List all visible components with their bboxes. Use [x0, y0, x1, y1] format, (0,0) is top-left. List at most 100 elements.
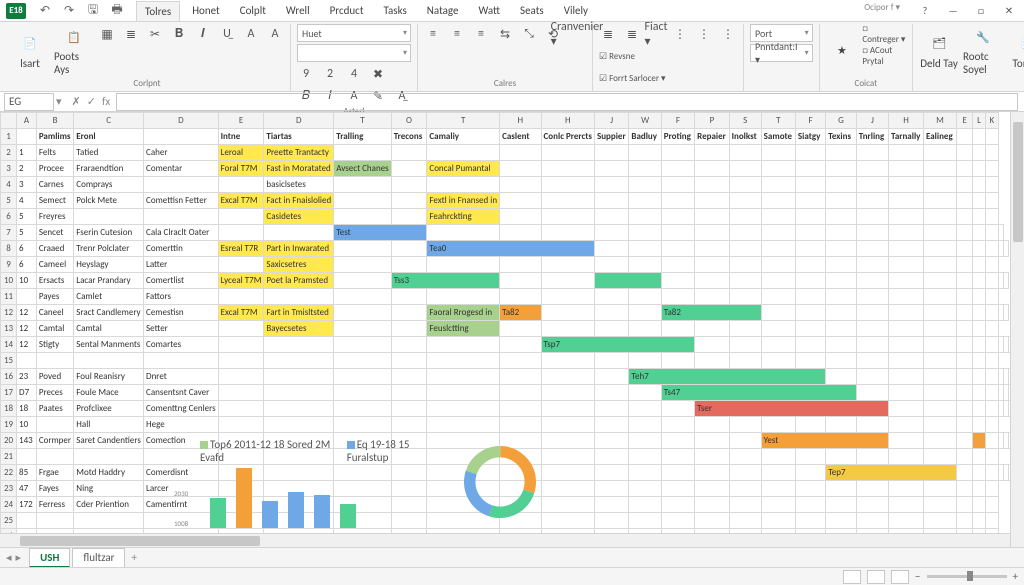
- column-header[interactable]: M: [923, 113, 956, 129]
- cell[interactable]: [826, 257, 857, 273]
- cell[interactable]: [729, 257, 761, 273]
- cell[interactable]: D7: [17, 385, 37, 401]
- cell[interactable]: [985, 337, 998, 353]
- cell[interactable]: [985, 193, 998, 209]
- cell[interactable]: [957, 225, 973, 241]
- row-header[interactable]: 15: [1, 353, 17, 369]
- column-header[interactable]: L: [973, 113, 985, 129]
- menu-tab-vilely[interactable]: Vilely: [556, 1, 596, 21]
- cell[interactable]: [695, 481, 729, 497]
- cell[interactable]: [661, 353, 694, 369]
- cell[interactable]: [761, 513, 795, 529]
- ribbon-smallbtn[interactable]: ⋮: [719, 25, 737, 43]
- add-sheet-icon[interactable]: +: [131, 551, 136, 564]
- cell[interactable]: [391, 161, 427, 177]
- ribbon-smallbtn[interactable]: ≣: [623, 25, 641, 43]
- cell[interactable]: Polck Mete: [74, 193, 144, 209]
- column-header[interactable]: P: [695, 113, 729, 129]
- cell[interactable]: Camlet: [74, 289, 144, 305]
- cell[interactable]: [795, 241, 825, 257]
- ribbon-smallbtn[interactable]: ⋮: [695, 25, 713, 43]
- cell[interactable]: Comentar: [144, 161, 219, 177]
- cell[interactable]: [264, 417, 334, 433]
- cell[interactable]: [500, 161, 541, 177]
- close-button[interactable]: ✕: [996, 2, 1022, 20]
- cell[interactable]: [856, 289, 888, 305]
- cell[interactable]: [856, 449, 888, 465]
- cell[interactable]: [923, 481, 956, 497]
- row-header[interactable]: 10: [1, 273, 17, 289]
- cell[interactable]: [500, 337, 541, 353]
- cell[interactable]: Foral T7M: [218, 161, 264, 177]
- cell[interactable]: [957, 321, 973, 337]
- cell[interactable]: [218, 417, 264, 433]
- cell[interactable]: [856, 497, 888, 513]
- ribbon-combo[interactable]: Huet: [297, 24, 411, 42]
- cell[interactable]: [695, 497, 729, 513]
- cell[interactable]: [795, 209, 825, 225]
- cell[interactable]: [957, 481, 973, 497]
- sheet-tab-flultzar[interactable]: flultzar: [72, 548, 125, 568]
- cell[interactable]: 3: [17, 177, 37, 193]
- cell[interactable]: [973, 241, 985, 257]
- cell[interactable]: [695, 433, 729, 449]
- ribbon-smallbtn[interactable]: Cranvenier ▾: [568, 25, 586, 43]
- cell[interactable]: [500, 193, 541, 209]
- ribbon-smallbtn[interactable]: ≡: [424, 25, 442, 43]
- cell[interactable]: Poet la Pramsted: [264, 273, 334, 289]
- cell[interactable]: Feahrckting: [427, 209, 500, 225]
- cell[interactable]: Comenttng Cenlers: [144, 401, 219, 417]
- cell[interactable]: Ning: [74, 481, 144, 497]
- cell[interactable]: [695, 257, 729, 273]
- header-cell[interactable]: Caslent: [500, 129, 541, 145]
- cell[interactable]: [541, 193, 594, 209]
- cell[interactable]: [74, 353, 144, 369]
- cell[interactable]: 143: [17, 433, 37, 449]
- cell[interactable]: [427, 225, 500, 241]
- cell[interactable]: [985, 305, 998, 321]
- cell[interactable]: [541, 161, 594, 177]
- cell[interactable]: [218, 177, 264, 193]
- cell[interactable]: 10: [17, 273, 37, 289]
- cell[interactable]: [826, 241, 857, 257]
- cell[interactable]: [973, 177, 985, 193]
- cell[interactable]: basiclsetes: [264, 177, 334, 193]
- cell[interactable]: [856, 145, 888, 161]
- cell[interactable]: [985, 369, 998, 385]
- cell[interactable]: [973, 497, 985, 513]
- namebox-dropdown-icon[interactable]: ▾: [56, 95, 62, 108]
- cell[interactable]: [391, 385, 427, 401]
- cell[interactable]: [973, 369, 985, 385]
- cell[interactable]: Lacar Prandary: [74, 273, 144, 289]
- cell[interactable]: [661, 209, 694, 225]
- cell[interactable]: [500, 177, 541, 193]
- cell[interactable]: [761, 337, 795, 353]
- cell[interactable]: [427, 289, 500, 305]
- fx-accept-icon[interactable]: ✓: [87, 95, 96, 108]
- cell[interactable]: Payes: [36, 289, 73, 305]
- cell[interactable]: [826, 289, 857, 305]
- cell[interactable]: [923, 177, 956, 193]
- cell[interactable]: [334, 241, 391, 257]
- cell[interactable]: [761, 145, 795, 161]
- menu-tab-prcduct[interactable]: Prcduct: [322, 1, 372, 21]
- cell[interactable]: [427, 417, 500, 433]
- cell[interactable]: [973, 481, 985, 497]
- header-cell[interactable]: Tarnally: [889, 129, 924, 145]
- cell[interactable]: [661, 161, 694, 177]
- cell[interactable]: [973, 449, 985, 465]
- ribbon-row-label[interactable]: □ ACout Prytal: [862, 46, 906, 66]
- fx-cancel-icon[interactable]: ✗: [72, 95, 81, 108]
- cell[interactable]: Test: [334, 225, 427, 241]
- cell[interactable]: [594, 257, 628, 273]
- cell[interactable]: Hall: [74, 417, 144, 433]
- cell[interactable]: [795, 225, 825, 241]
- cell[interactable]: [541, 305, 594, 321]
- cell[interactable]: Feuslctting: [427, 321, 500, 337]
- cell[interactable]: [695, 449, 729, 465]
- help-button[interactable]: ?: [912, 2, 938, 20]
- cell[interactable]: [391, 401, 427, 417]
- column-header[interactable]: S: [729, 113, 761, 129]
- cell[interactable]: [17, 513, 37, 529]
- cell[interactable]: [334, 289, 391, 305]
